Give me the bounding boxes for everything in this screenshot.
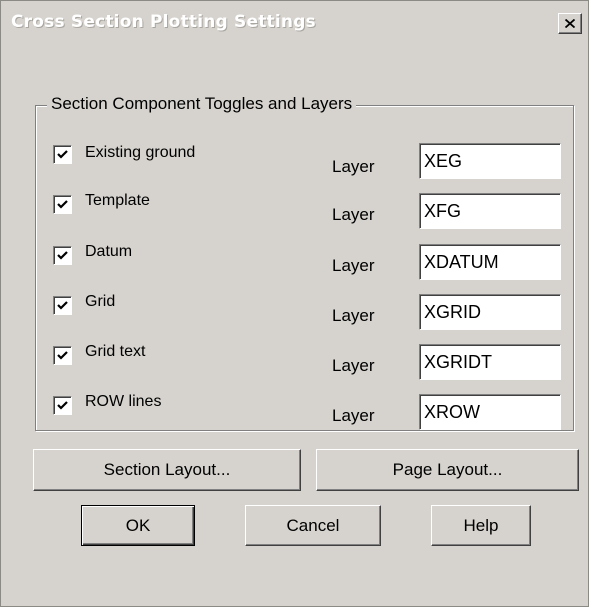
close-button[interactable] bbox=[558, 13, 582, 34]
cancel-button[interactable]: Cancel bbox=[245, 505, 381, 546]
group-legend: Section Component Toggles and Layers bbox=[47, 94, 357, 114]
row-row-lines: ROW lines Layer XROW bbox=[1, 392, 588, 432]
template-checkbox[interactable] bbox=[53, 195, 72, 214]
row-lines-layer-input[interactable]: XROW bbox=[419, 394, 561, 430]
row-lines-label: ROW lines bbox=[85, 393, 162, 410]
close-icon bbox=[565, 19, 575, 28]
layer-label: Layer bbox=[332, 256, 375, 275]
checkmark-icon bbox=[57, 351, 68, 360]
row-lines-checkbox[interactable] bbox=[53, 396, 72, 415]
title-bar: Cross Section Plotting Settings bbox=[3, 3, 586, 39]
datum-label: Datum bbox=[85, 243, 133, 260]
checkmark-icon bbox=[57, 301, 68, 310]
checkmark-icon bbox=[57, 401, 68, 410]
row-datum: Datum Layer XDATUM bbox=[1, 242, 588, 282]
grid-text-checkbox[interactable] bbox=[53, 346, 72, 365]
grid-layer-input[interactable]: XGRID bbox=[419, 294, 561, 330]
row-grid-text: Grid text Layer XGRIDT bbox=[1, 342, 588, 382]
row-existing-ground: Existing ground Layer XEG bbox=[1, 141, 588, 181]
window-title: Cross Section Plotting Settings bbox=[11, 12, 316, 32]
row-grid: Grid Layer XGRID bbox=[1, 292, 588, 332]
checkmark-icon bbox=[57, 200, 68, 209]
layer-label: Layer bbox=[332, 406, 375, 425]
ok-button[interactable]: OK bbox=[81, 505, 195, 546]
existing-ground-layer-input[interactable]: XEG bbox=[419, 143, 561, 179]
grid-checkbox[interactable] bbox=[53, 296, 72, 315]
section-layout-button[interactable]: Section Layout... bbox=[33, 449, 301, 491]
layer-label: Layer bbox=[332, 356, 375, 375]
template-label: Template bbox=[85, 192, 150, 209]
grid-label: Grid bbox=[85, 293, 116, 310]
existing-ground-checkbox[interactable] bbox=[53, 145, 72, 164]
row-template: Template Layer XFG bbox=[1, 191, 588, 231]
help-button[interactable]: Help bbox=[431, 505, 531, 546]
template-layer-input[interactable]: XFG bbox=[419, 193, 561, 229]
layer-label: Layer bbox=[332, 205, 375, 224]
datum-checkbox[interactable] bbox=[53, 246, 72, 265]
existing-ground-label: Existing ground bbox=[85, 144, 196, 161]
layer-label: Layer bbox=[332, 306, 375, 325]
dialog-window: Cross Section Plotting Settings Section … bbox=[0, 0, 589, 607]
grid-text-layer-input[interactable]: XGRIDT bbox=[419, 344, 561, 380]
checkmark-icon bbox=[57, 251, 68, 260]
page-layout-button[interactable]: Page Layout... bbox=[316, 449, 579, 491]
layer-label: Layer bbox=[332, 157, 375, 176]
checkmark-icon bbox=[57, 150, 68, 159]
datum-layer-input[interactable]: XDATUM bbox=[419, 244, 561, 280]
grid-text-label: Grid text bbox=[85, 343, 146, 360]
